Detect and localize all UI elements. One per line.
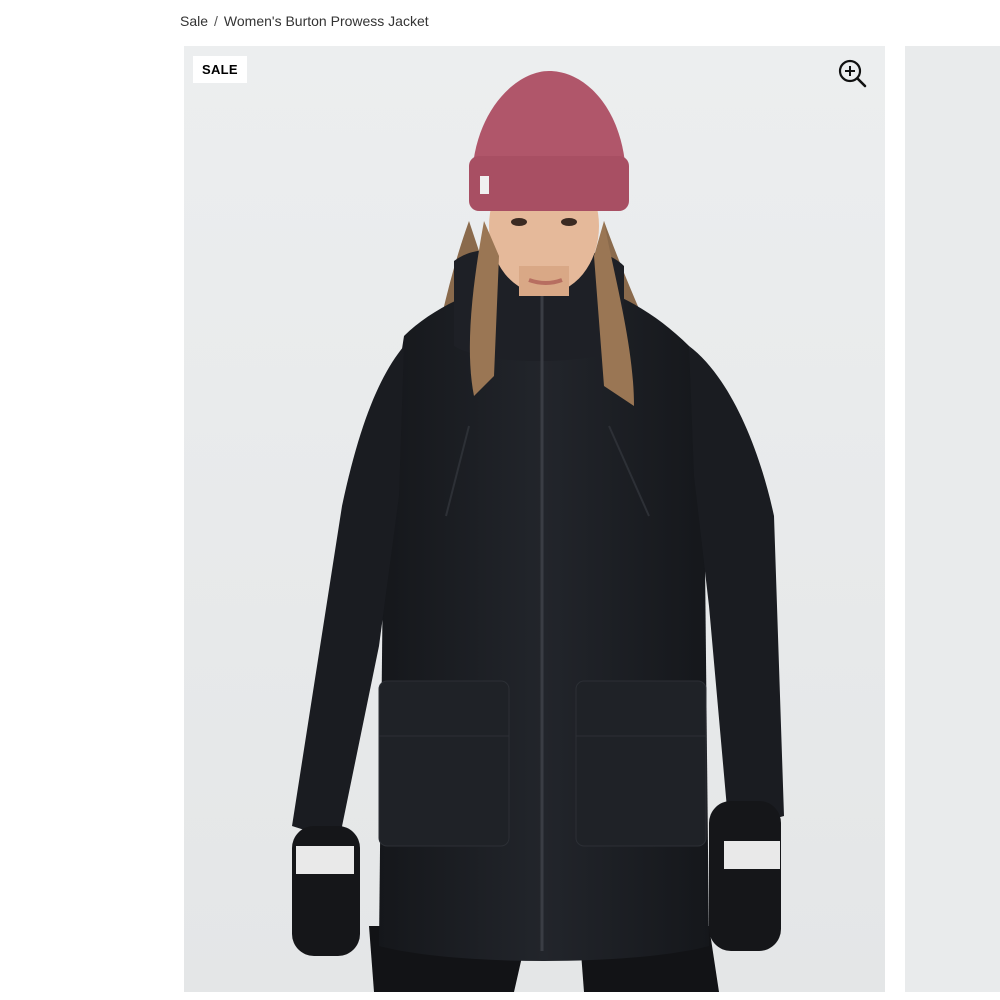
zoom-in-icon <box>838 59 867 88</box>
product-photo-jacket <box>184 46 885 992</box>
product-image-main[interactable]: SALE <box>184 46 885 992</box>
breadcrumb: Sale / Women's Burton Prowess Jacket <box>180 13 429 29</box>
sale-badge: SALE <box>193 56 247 83</box>
breadcrumb-current-page: Women's Burton Prowess Jacket <box>223 13 429 29</box>
breadcrumb-link-sale[interactable]: Sale <box>180 13 208 29</box>
zoom-in-button[interactable] <box>837 58 869 90</box>
product-image-next-peek[interactable] <box>905 46 1000 992</box>
breadcrumb-separator: / <box>214 13 218 29</box>
